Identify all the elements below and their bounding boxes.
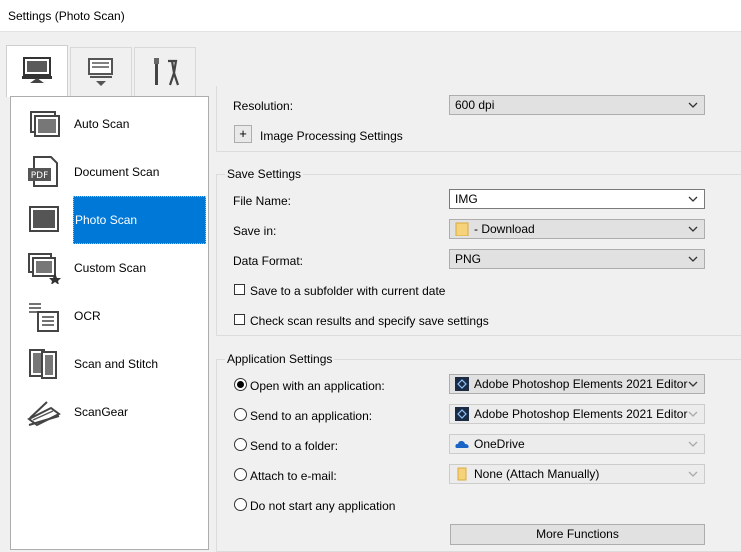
sidebar-item-document-scan[interactable]: PDF Document Scan [11,148,208,196]
sidebar-item-custom-scan[interactable]: Custom Scan [11,244,208,292]
photo-icon [29,206,59,232]
photoshop-elements-icon [455,376,469,391]
window-title: Settings (Photo Scan) [8,9,125,23]
save-in-select[interactable]: - Download [449,219,705,239]
chevron-down-icon [688,441,698,447]
sidebar-item-auto-scan[interactable]: Auto Scan [11,100,208,148]
sidebar-item-scangear[interactable]: ScanGear [11,388,208,436]
chevron-down-icon [688,381,698,387]
chevron-down-icon [688,411,698,417]
attach-email-select[interactable]: None (Attach Manually) [449,464,705,484]
sidebar-item-label: Photo Scan [73,196,206,244]
send-to-app-label: Send to an application: [250,409,373,423]
tab-general-settings[interactable] [134,47,196,96]
sidebar-item-ocr[interactable]: OCR [11,292,208,340]
custom-scan-icon [28,253,61,284]
folder-icon [455,222,469,236]
onedrive-icon [455,440,469,448]
computer-scan-icon [22,56,52,83]
application-settings-title: Application Settings [225,352,335,366]
photoshop-elements-icon [455,406,469,421]
svg-text:PDF: PDF [31,171,49,181]
stitch-icon [29,349,57,379]
open-with-app-select[interactable]: Adobe Photoshop Elements 2021 Editor [449,374,705,394]
chevron-down-icon [688,102,698,108]
tab-scan-from-computer[interactable] [6,45,68,97]
sidebar-item-label: Auto Scan [74,117,130,131]
file-name-input[interactable]: IMG [449,189,705,209]
no-app-label: Do not start any application [250,499,396,513]
ocr-icon [29,303,59,332]
auto-scan-icon [30,111,60,137]
subfolder-label: Save to a subfolder with current date [250,284,446,298]
sidebar-item-label: ScanGear [74,405,129,419]
send-to-app-radio[interactable] [234,408,247,421]
resolution-label: Resolution: [233,99,294,113]
expand-image-processing-button[interactable]: + [234,125,252,143]
title-bar: Settings (Photo Scan) [0,0,741,32]
save-settings-title: Save Settings [225,167,304,181]
sidebar-item-label: Custom Scan [74,261,147,275]
send-to-folder-label: Send to a folder: [250,439,339,453]
sidebar-item-photo-scan[interactable]: Photo Scan [11,196,208,244]
attach-email-radio[interactable] [234,468,247,481]
chevron-down-icon [688,196,698,202]
file-name-label: File Name: [233,194,292,208]
subfolder-checkbox[interactable] [234,284,245,295]
send-to-folder-radio[interactable] [234,438,247,451]
check-results-checkbox[interactable] [234,314,245,325]
no-app-radio[interactable] [234,498,247,511]
open-with-app-label: Open with an application: [250,379,385,393]
save-in-label: Save in: [233,224,277,238]
sidebar-item-label: OCR [74,309,101,323]
send-to-app-select[interactable]: Adobe Photoshop Elements 2021 Editor [449,404,705,424]
scangear-icon [27,401,61,427]
send-to-folder-select[interactable]: OneDrive [449,434,705,454]
sidebar-item-label: Document Scan [74,165,160,179]
data-format-label: Data Format: [233,254,304,268]
image-processing-settings-label: Image Processing Settings [260,129,403,143]
open-with-app-radio[interactable] [234,378,247,391]
chevron-down-icon [688,471,698,477]
scanner-down-icon [88,58,113,86]
sidebar-item-label: Scan and Stitch [74,357,159,371]
more-functions-button[interactable]: More Functions [450,524,705,545]
attach-email-label: Attach to e-mail: [250,469,337,483]
tab-scan-from-operation-panel[interactable] [70,47,132,96]
tools-icon [154,58,180,86]
chevron-down-icon [688,256,698,262]
check-results-label: Check scan results and specify save sett… [250,314,489,328]
chevron-down-icon [688,226,698,232]
sidebar-item-scan-and-stitch[interactable]: Scan and Stitch [11,340,208,388]
folder-icon [457,467,467,481]
resolution-select[interactable]: 600 dpi [449,95,705,115]
data-format-select[interactable]: PNG [449,249,705,269]
pdf-document-icon: PDF [28,156,58,187]
settings-panel: Resolution: 600 dpi + Image Processing S… [216,86,741,552]
scan-mode-list: Auto Scan PDF Document Scan Photo Scan C… [10,96,209,550]
